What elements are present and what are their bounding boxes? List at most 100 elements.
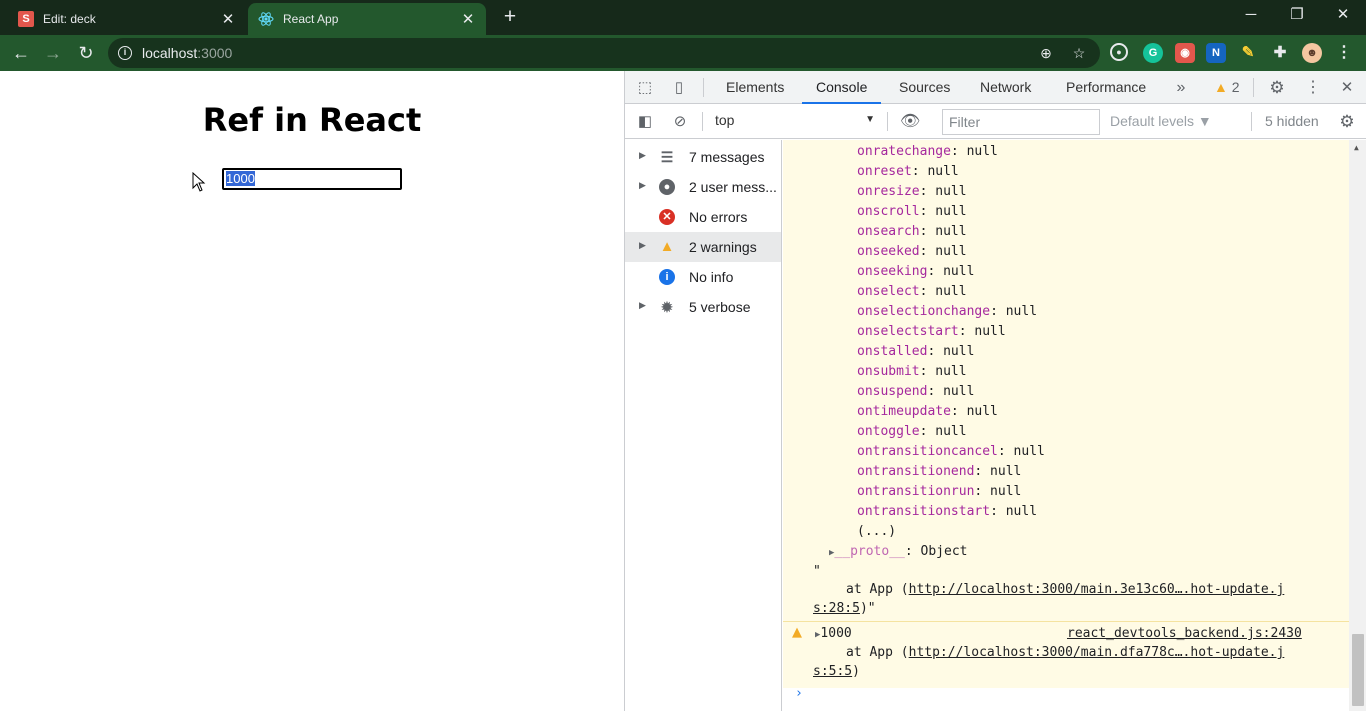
console-prompt[interactable]: › — [795, 686, 803, 701]
inspect-element-icon[interactable]: ⬚ — [635, 78, 655, 98]
pencil-extension-icon[interactable]: ✎ — [1238, 43, 1258, 63]
object-property-row: onselectionchange: null — [857, 304, 1038, 319]
devtools-tab-bar: ⬚ ▯ Elements Console Sources Network Per… — [625, 71, 1366, 104]
context-selector[interactable]: top ▼ — [709, 112, 879, 132]
console-toolbar: ◧ ⊘ top ▼ 👁 Filter Default levels ▼ 5 hid… — [625, 105, 1366, 139]
chevron-down-icon: ▼ — [865, 114, 875, 125]
stack-line-1: at App (http://localhost:3000/main.3e13c… — [846, 582, 1285, 597]
clear-console-icon[interactable]: ⊘ — [670, 112, 690, 132]
log-levels-dropdown[interactable]: Default levels ▼ — [1110, 113, 1212, 129]
reload-button[interactable]: ↻ — [73, 40, 99, 66]
logged-value[interactable]: ▶1000 — [815, 624, 852, 645]
object-property-row: onscroll: null — [857, 204, 967, 219]
warning-count-badge[interactable]: ▲ 2 — [1214, 71, 1240, 104]
live-expression-eye-icon[interactable]: 👁 — [900, 112, 920, 132]
stack-link[interactable]: http://localhost:3000/main.dfa778c….hot-… — [909, 645, 1285, 660]
devtools-panel: ⬚ ▯ Elements Console Sources Network Per… — [624, 71, 1366, 711]
settings-gear-icon[interactable]: ⚙ — [1267, 78, 1287, 98]
profile-avatar[interactable]: ☻ — [1302, 43, 1322, 63]
browser-menu-icon[interactable]: ⋮ — [1334, 43, 1354, 63]
divider — [887, 112, 888, 131]
stack-link[interactable]: s:5:5 — [813, 664, 852, 679]
grammarly-extension-icon[interactable]: G — [1143, 43, 1163, 63]
stack-line-2-cont: s:5:5) — [813, 664, 860, 679]
restore-button[interactable]: ❐ — [1274, 0, 1320, 32]
divider — [702, 112, 703, 131]
tab-react-app[interactable]: React App ✕ — [248, 3, 486, 35]
close-window-button[interactable]: ✕ — [1320, 0, 1366, 32]
object-property-row: onsuspend: null — [857, 384, 975, 399]
object-property-row: ontimeupdate: null — [857, 404, 998, 419]
source-link[interactable]: react_devtools_backend.js:2430 — [1067, 624, 1302, 643]
proto-row[interactable]: ▶__proto__: Object — [829, 542, 968, 562]
stack-link[interactable]: s:28:5 — [813, 601, 860, 616]
page-title: Ref in React — [202, 101, 422, 139]
divider — [1253, 78, 1254, 97]
sidebar-item-errors[interactable]: ✕ No errors — [625, 202, 781, 232]
warning-message-row: ▲ ▶1000 react_devtools_backend.js:2430 a… — [783, 621, 1349, 688]
tab-elements[interactable]: Elements — [712, 71, 798, 104]
extensions-puzzle-icon[interactable]: ✚ — [1270, 43, 1290, 63]
n-extension-icon[interactable]: N — [1206, 43, 1226, 63]
console-settings-gear-icon[interactable]: ⚙ — [1337, 112, 1357, 132]
expand-arrow-icon: ▶ — [639, 150, 646, 160]
sidebar-item-info[interactable]: i No info — [625, 262, 781, 292]
new-tab-button[interactable]: + — [499, 6, 521, 28]
tab-network[interactable]: Network — [966, 71, 1045, 104]
scroll-up-arrow-icon: ▲ — [1354, 143, 1359, 152]
sidebar-item-messages[interactable]: ▶ ☰ 7 messages — [625, 142, 781, 172]
browser-tab-strip: S Edit: deck ✕ React App ✕ + ─ ❐ ✕ — [0, 0, 1366, 35]
sidebar-item-user-messages[interactable]: ▶ ● 2 user mess... — [625, 172, 781, 202]
object-property-row: onselect: null — [857, 284, 967, 299]
error-icon: ✕ — [659, 209, 675, 225]
list-icon: ☰ — [660, 149, 674, 165]
slides-icon: S — [18, 11, 34, 27]
filter-input[interactable]: Filter — [942, 109, 1100, 135]
more-tabs-button[interactable]: » — [1171, 78, 1191, 98]
object-property-row: onresize: null — [857, 184, 967, 199]
back-button[interactable]: ← — [8, 40, 34, 66]
object-property-row: onselectstart: null — [857, 324, 1006, 339]
sidebar-toggle-icon[interactable]: ◧ — [635, 112, 655, 132]
close-tab-icon[interactable]: ✕ — [460, 10, 476, 28]
stack-link[interactable]: http://localhost:3000/main.3e13c60….hot-… — [909, 582, 1285, 597]
hidden-messages-count: 5 hidden — [1265, 113, 1319, 129]
object-property-row: ontransitionend: null — [857, 464, 1022, 479]
selected-input-text: 1000 — [226, 171, 255, 186]
bookmark-star-icon[interactable]: ☆ — [1069, 43, 1089, 63]
close-devtools-icon[interactable]: ✕ — [1337, 78, 1357, 98]
close-tab-icon[interactable]: ✕ — [220, 10, 236, 28]
tab-sources[interactable]: Sources — [885, 71, 964, 104]
warning-icon: ▲ — [792, 625, 802, 640]
object-property-row: onsubmit: null — [857, 364, 967, 379]
record-extension-icon[interactable]: ● — [1110, 43, 1128, 61]
expand-arrow-icon: ▶ — [639, 180, 646, 190]
scroll-thumb[interactable] — [1352, 634, 1364, 706]
stack-line-1-cont: s:28:5)" — [813, 601, 876, 616]
more-properties-ellipsis[interactable]: (...) — [857, 522, 896, 542]
forward-button[interactable]: → — [40, 40, 66, 66]
ref-input-field[interactable]: 1000 — [222, 168, 402, 190]
capture-extension-icon[interactable]: ◉ — [1175, 43, 1195, 63]
device-toolbar-icon[interactable]: ▯ — [669, 78, 689, 98]
tab-title: React App — [283, 12, 339, 26]
sidebar-item-warnings[interactable]: ▶ ▲ 2 warnings — [625, 232, 781, 262]
site-info-icon[interactable]: i — [118, 46, 132, 60]
browser-toolbar: ← → ↻ i localhost:3000 ⊕ ☆ ● G ◉ N ✎ ✚ ☻… — [0, 35, 1366, 71]
devtools-menu-icon[interactable]: ⋮ — [1303, 78, 1323, 98]
tab-performance[interactable]: Performance — [1052, 71, 1160, 104]
divider — [703, 78, 704, 97]
url-text: localhost:3000 — [142, 45, 233, 61]
minimize-button[interactable]: ─ — [1228, 0, 1274, 32]
tab-edit-deck[interactable]: S Edit: deck ✕ — [8, 3, 246, 35]
object-property-row: onratechange: null — [857, 144, 998, 159]
tab-console[interactable]: Console — [802, 71, 882, 104]
zoom-icon[interactable]: ⊕ — [1036, 43, 1056, 63]
page-viewport: Ref in React 1000 — [0, 71, 624, 711]
react-icon — [258, 11, 274, 27]
address-bar[interactable]: i localhost:3000 ⊕ ☆ — [108, 38, 1100, 68]
sidebar-item-verbose[interactable]: ▶ ✹ 5 verbose — [625, 292, 781, 322]
console-scrollbar[interactable]: ▲ — [1349, 140, 1366, 711]
object-property-row: onstalled: null — [857, 344, 975, 359]
user-icon: ● — [659, 179, 675, 195]
